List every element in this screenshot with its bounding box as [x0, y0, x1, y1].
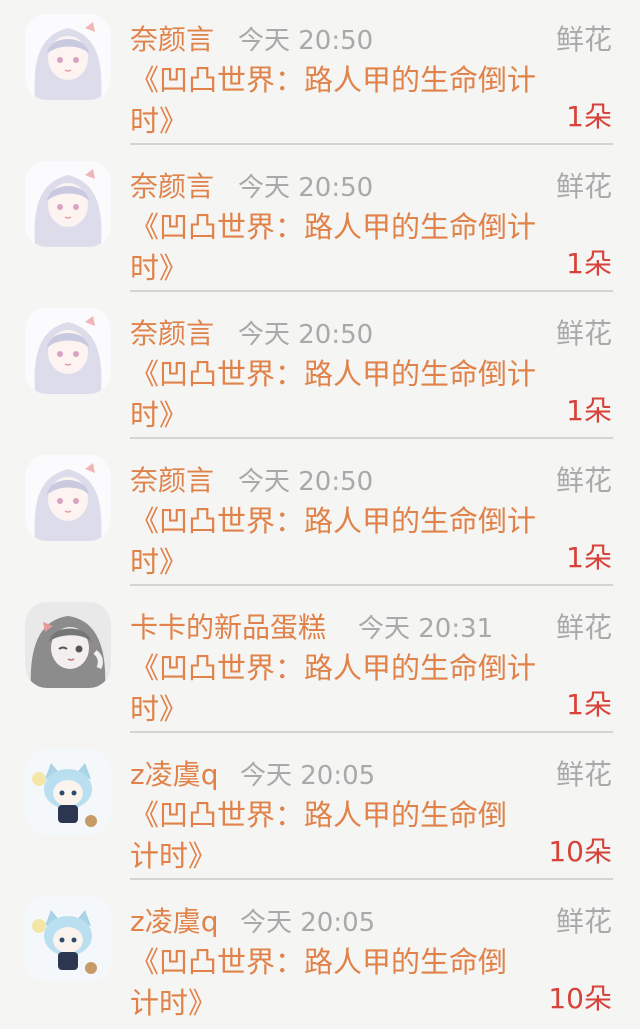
item-divider	[130, 143, 613, 145]
item-divider	[130, 878, 613, 880]
gift-time: 今天 20:50	[238, 26, 374, 56]
gift-record-item[interactable]: z凌虞q 今天 20:05 鲜花 《凹凸世界：路人甲的生命倒计时》 10朵	[0, 735, 640, 882]
item-divider	[130, 731, 613, 733]
gift-count: 1朵	[566, 541, 612, 574]
book-title[interactable]: 《凹凸世界：路人甲的生命倒计时》	[130, 60, 560, 142]
user-avatar[interactable]	[25, 455, 111, 541]
anime-girl-white-hair-avatar	[25, 455, 111, 541]
gift-record-item[interactable]: 卡卡的新品蛋糕 今天 20:31 鲜花 《凹凸世界：路人甲的生命倒计时》 1朵	[0, 588, 640, 735]
user-avatar[interactable]	[25, 161, 111, 247]
item-divider	[130, 290, 613, 292]
gift-count: 1朵	[566, 247, 612, 280]
anime-girl-white-hair-avatar	[25, 161, 111, 247]
book-title[interactable]: 《凹凸世界：路人甲的生命倒计时》	[130, 354, 560, 436]
anime-girl-white-hair-avatar	[25, 14, 111, 100]
book-title[interactable]: 《凹凸世界：路人甲的生命倒计时》	[130, 501, 560, 583]
user-avatar[interactable]	[25, 14, 111, 100]
anime-girl-white-hair-avatar	[25, 308, 111, 394]
gift-time: 今天 20:05	[240, 761, 376, 791]
gift-type-label: 鲜花	[555, 317, 612, 350]
gift-type-label: 鲜花	[555, 758, 612, 791]
gift-time: 今天 20:50	[238, 467, 374, 497]
gift-count: 1朵	[566, 394, 612, 427]
gift-type-label: 鲜花	[555, 611, 612, 644]
book-title[interactable]: 《凹凸世界：路人甲的生命倒计时》	[130, 942, 532, 1024]
sender-name[interactable]: 奈颜言	[130, 463, 214, 499]
sender-name[interactable]: z凌虞q	[130, 904, 218, 940]
item-divider	[130, 437, 613, 439]
gift-record-item[interactable]: 奈颜言 今天 20:50 鲜花 《凹凸世界：路人甲的生命倒计时》 1朵	[0, 294, 640, 441]
gift-time: 今天 20:05	[240, 908, 376, 938]
gift-time: 今天 20:31	[358, 614, 494, 644]
anime-girl-winking-avatar	[25, 602, 111, 688]
gift-type-label: 鲜花	[555, 23, 612, 56]
book-title[interactable]: 《凹凸世界：路人甲的生命倒计时》	[130, 207, 560, 289]
sender-name[interactable]: 奈颜言	[130, 316, 214, 352]
chibi-catgirl-avatar	[25, 749, 111, 835]
sender-name[interactable]: 奈颜言	[130, 22, 214, 58]
gift-record-item[interactable]: 奈颜言 今天 20:50 鲜花 《凹凸世界：路人甲的生命倒计时》 1朵	[0, 147, 640, 294]
sender-name[interactable]: 奈颜言	[130, 169, 214, 205]
gift-time: 今天 20:50	[238, 173, 374, 203]
gift-record-list: 奈颜言 今天 20:50 鲜花 《凹凸世界：路人甲的生命倒计时》 1朵 奈颜言 …	[0, 0, 640, 1020]
gift-type-label: 鲜花	[555, 170, 612, 203]
sender-name[interactable]: z凌虞q	[130, 757, 218, 793]
gift-record-item[interactable]: 奈颜言 今天 20:50 鲜花 《凹凸世界：路人甲的生命倒计时》 1朵	[0, 441, 640, 588]
gift-count: 10朵	[548, 982, 612, 1015]
book-title[interactable]: 《凹凸世界：路人甲的生命倒计时》	[130, 795, 532, 877]
sender-name[interactable]: 卡卡的新品蛋糕	[130, 610, 326, 646]
chibi-catgirl-avatar	[25, 896, 111, 982]
user-avatar[interactable]	[25, 308, 111, 394]
gift-type-label: 鲜花	[555, 464, 612, 497]
gift-type-label: 鲜花	[555, 905, 612, 938]
item-divider	[130, 584, 613, 586]
book-title[interactable]: 《凹凸世界：路人甲的生命倒计时》	[130, 648, 560, 730]
gift-count: 10朵	[548, 835, 612, 868]
user-avatar[interactable]	[25, 602, 111, 688]
gift-record-item[interactable]: 奈颜言 今天 20:50 鲜花 《凹凸世界：路人甲的生命倒计时》 1朵	[0, 0, 640, 147]
user-avatar[interactable]	[25, 749, 111, 835]
gift-record-item[interactable]: z凌虞q 今天 20:05 鲜花 《凹凸世界：路人甲的生命倒计时》 10朵	[0, 882, 640, 1029]
gift-count: 1朵	[566, 688, 612, 721]
gift-count: 1朵	[566, 100, 612, 133]
user-avatar[interactable]	[25, 896, 111, 982]
gift-time: 今天 20:50	[238, 320, 374, 350]
